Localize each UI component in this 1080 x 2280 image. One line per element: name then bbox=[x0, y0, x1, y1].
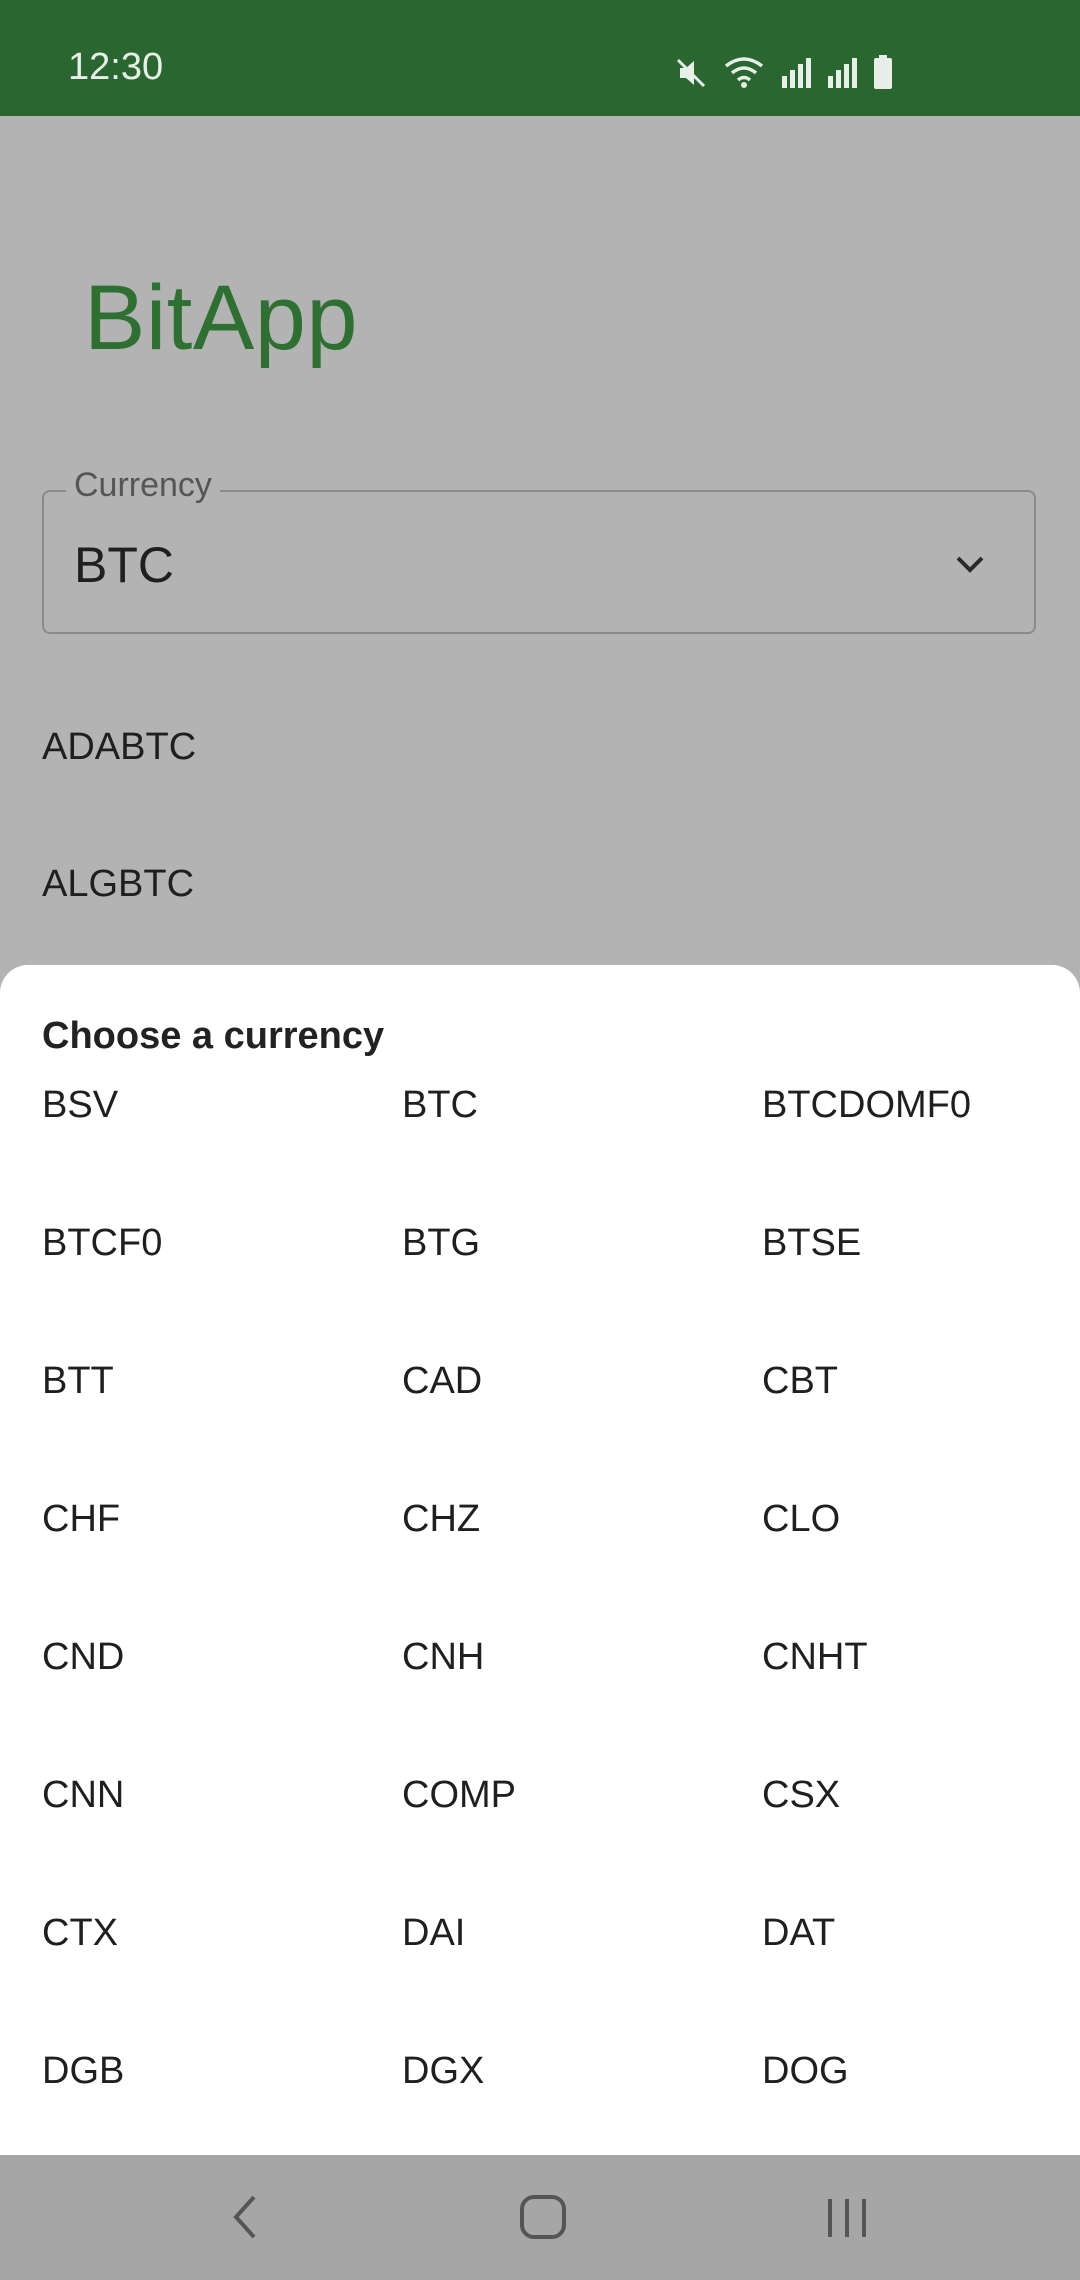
currency-option[interactable]: CHZ bbox=[402, 1489, 480, 1549]
currency-option[interactable]: DAI bbox=[402, 1903, 465, 1963]
currency-option[interactable]: BTSE bbox=[762, 1213, 861, 1273]
currency-option[interactable]: CLO bbox=[762, 1489, 840, 1549]
currency-option[interactable]: CND bbox=[42, 1627, 124, 1687]
currency-picker-sheet: Choose a currency BSV BTC BTCDOMF0 BTCF0 BTG… bbox=[0, 965, 1080, 2155]
currency-option[interactable]: COMP bbox=[402, 1765, 516, 1825]
currency-option[interactable]: CAD bbox=[402, 1351, 482, 1411]
app-title: BitApp bbox=[84, 267, 359, 369]
currency-option[interactable]: BTCDOMF0 bbox=[762, 1075, 971, 1135]
status-bar: 12:30 bbox=[0, 0, 1080, 116]
currency-option[interactable]: BTT bbox=[42, 1351, 114, 1411]
list-item-pair-1[interactable]: ALGBTC bbox=[42, 863, 194, 906]
currency-option[interactable]: CBT bbox=[762, 1351, 838, 1411]
wifi-icon bbox=[722, 54, 766, 90]
currency-dropdown[interactable]: Currency BTC bbox=[42, 466, 1036, 634]
currency-option[interactable]: CTX bbox=[42, 1903, 118, 1963]
recents-icon[interactable] bbox=[820, 2191, 876, 2248]
currency-option[interactable]: CSX bbox=[762, 1765, 840, 1825]
status-time: 12:30 bbox=[68, 46, 164, 88]
currency-option[interactable]: CHF bbox=[42, 1489, 120, 1549]
signal-icon-2 bbox=[826, 54, 858, 90]
currency-option[interactable]: DOG bbox=[762, 2041, 849, 2101]
currency-option[interactable]: BTG bbox=[402, 1213, 480, 1273]
battery-icon bbox=[872, 54, 894, 90]
currency-option[interactable]: CNN bbox=[42, 1765, 124, 1825]
currency-value: BTC bbox=[74, 537, 174, 593]
signal-icon bbox=[780, 54, 812, 90]
status-icons bbox=[674, 50, 894, 90]
list-item-pair-0[interactable]: ADABTC bbox=[42, 726, 196, 769]
currency-option[interactable]: BSV bbox=[42, 1075, 118, 1135]
currency-option[interactable]: DGX bbox=[402, 2041, 484, 2101]
chevron-down-icon bbox=[950, 544, 990, 589]
currency-option[interactable]: BTC bbox=[402, 1075, 478, 1135]
currency-option[interactable]: BTCF0 bbox=[42, 1213, 162, 1273]
currency-option[interactable]: DAT bbox=[762, 1903, 835, 1963]
currency-option[interactable]: CNH bbox=[402, 1627, 484, 1687]
navigation-bar bbox=[0, 2155, 1080, 2280]
back-icon[interactable] bbox=[222, 2191, 272, 2248]
mute-icon bbox=[674, 56, 708, 90]
currency-option[interactable]: CNHT bbox=[762, 1627, 868, 1687]
currency-option[interactable]: DGB bbox=[42, 2041, 124, 2101]
currency-label: Currency bbox=[66, 466, 220, 505]
currency-grid: BSV BTC BTCDOMF0 BTCF0 BTG BTSE BTT CAD CBT CHF CH… bbox=[0, 965, 1080, 2155]
home-icon[interactable] bbox=[516, 2191, 572, 2248]
